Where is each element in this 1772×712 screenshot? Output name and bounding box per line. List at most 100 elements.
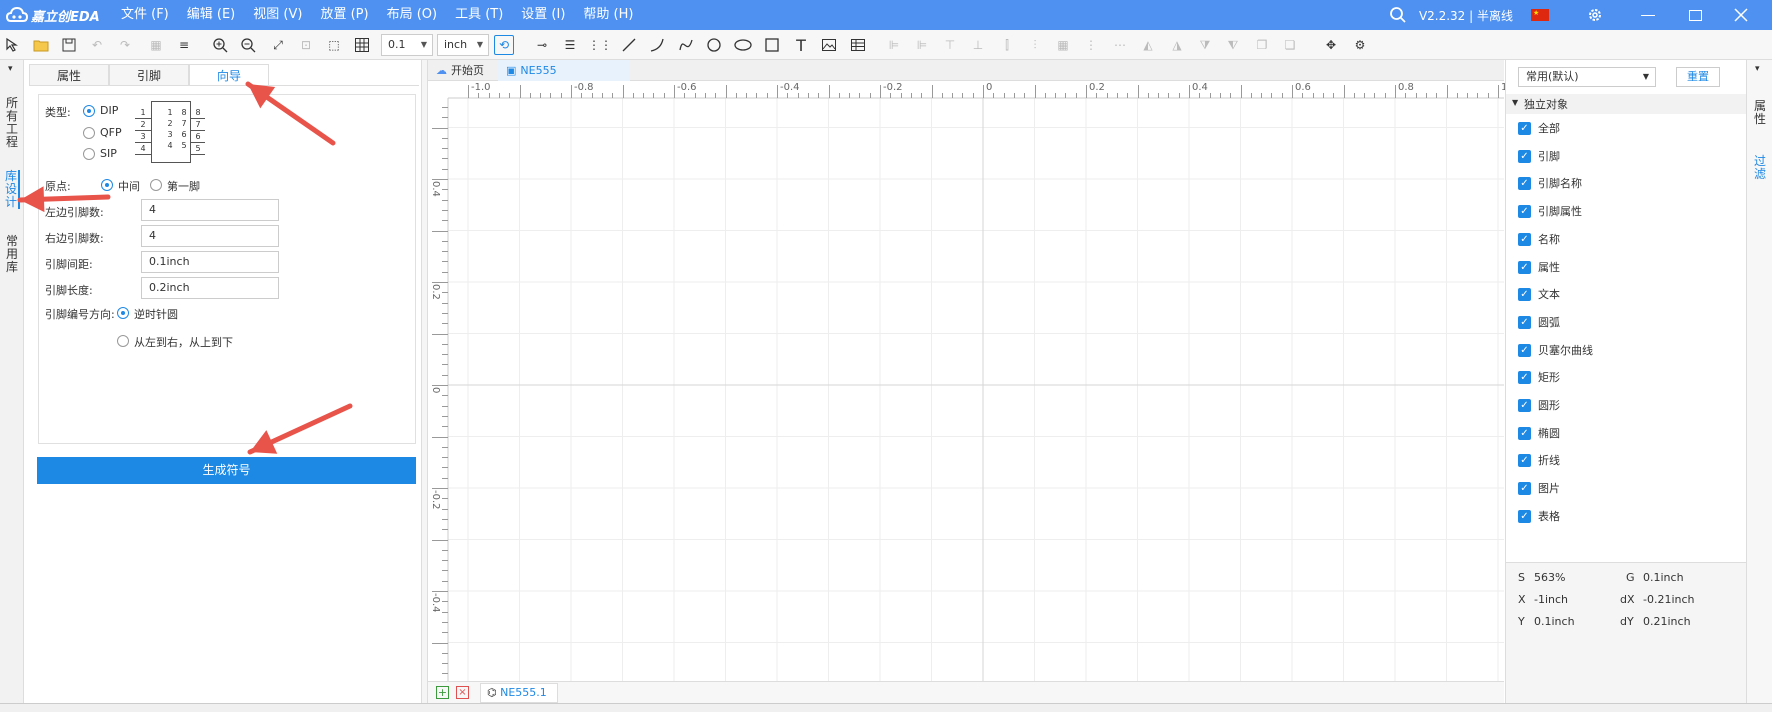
schematic-canvas[interactable] xyxy=(428,81,1504,681)
close-icon[interactable] xyxy=(1734,8,1748,22)
settings-gear-icon[interactable]: ⚙ xyxy=(1350,35,1370,55)
filter-checkbox[interactable]: ✓ xyxy=(1518,371,1531,385)
filter-checkbox[interactable]: ✓ xyxy=(1518,509,1531,523)
tab-ne555[interactable]: ▣ NE555 xyxy=(498,60,630,81)
text-icon[interactable]: T xyxy=(791,35,811,55)
select-icon[interactable] xyxy=(3,35,23,55)
zoom-area-icon[interactable]: ⬚ xyxy=(324,35,344,55)
radio-dip[interactable] xyxy=(83,105,95,117)
filter-checkbox[interactable]: ✓ xyxy=(1518,426,1531,440)
ellipse-icon[interactable] xyxy=(733,35,753,55)
filter-checkbox[interactable]: ✓ xyxy=(1518,177,1531,191)
filter-checkbox[interactable]: ✓ xyxy=(1518,260,1531,274)
radio-dir-lr-tb[interactable] xyxy=(117,335,129,347)
zoom-selection-icon[interactable]: ⊡ xyxy=(296,35,316,55)
filter-checkbox[interactable]: ✓ xyxy=(1518,399,1531,412)
open-folder-icon[interactable] xyxy=(31,35,51,55)
filter-checkbox[interactable]: ✓ xyxy=(1518,149,1531,163)
left-pins-input[interactable]: 4 xyxy=(141,199,279,221)
align-right-icon[interactable]: ⊫ xyxy=(912,35,932,55)
grid-icon[interactable] xyxy=(352,35,372,55)
filter-checkbox[interactable]: ✓ xyxy=(1518,205,1531,219)
tab-all-projects[interactable]: 所有工程 xyxy=(4,97,20,149)
menu-settings[interactable]: 设置 (I) xyxy=(512,0,574,30)
pin-panel-icon[interactable]: ▾ xyxy=(1755,64,1760,74)
filter-preset-select[interactable]: 常用(默认) ▼ xyxy=(1518,67,1656,87)
unit-select[interactable]: inch ▼ xyxy=(437,34,489,56)
filter-checkbox[interactable]: ✓ xyxy=(1518,454,1531,468)
save-icon[interactable] xyxy=(59,35,79,55)
pick-tool-icon[interactable]: ✥ xyxy=(1321,35,1341,55)
radio-qfp[interactable] xyxy=(83,127,95,139)
align-center-v-icon[interactable]: ⫶ xyxy=(1025,35,1045,55)
pin-array-icon[interactable]: ⋮⋮ xyxy=(588,35,612,55)
menu-place[interactable]: 放置 (P) xyxy=(311,0,377,30)
align-grid-icon[interactable]: ▦ xyxy=(1053,35,1073,55)
search-icon[interactable] xyxy=(1389,6,1407,24)
undo-icon[interactable]: ↶ xyxy=(87,35,107,55)
tab-lib-design[interactable]: 库设计 xyxy=(4,170,20,209)
sheet-tab-ne555-1[interactable]: ⌬ NE555.1 xyxy=(480,683,558,703)
rectangle-icon[interactable] xyxy=(762,35,782,55)
delete-sheet-icon[interactable]: × xyxy=(456,686,469,699)
maximize-icon[interactable] xyxy=(1689,9,1702,21)
pin-panel-icon[interactable]: ▾ xyxy=(8,64,13,74)
tab-common-lib[interactable]: 常用库 xyxy=(4,235,20,274)
pin-length-input[interactable]: 0.2inch xyxy=(141,277,279,299)
flip-v-icon[interactable]: ⧨ xyxy=(1223,35,1243,55)
flip-h-icon[interactable]: ⧩ xyxy=(1195,35,1215,55)
zoom-out-icon[interactable] xyxy=(238,35,258,55)
filter-checkbox[interactable]: ✓ xyxy=(1518,122,1531,135)
right-pins-input[interactable]: 4 xyxy=(141,225,279,247)
filter-checkbox[interactable]: ✓ xyxy=(1518,232,1531,246)
flag-cn-icon[interactable]: ★ xyxy=(1531,9,1549,21)
snap-toggle-icon[interactable]: ⟲ xyxy=(494,35,514,55)
radio-origin-first-pin[interactable] xyxy=(150,179,162,191)
group-icon[interactable]: ▦ xyxy=(146,35,166,55)
reset-button[interactable]: 重置 xyxy=(1676,67,1720,87)
minimize-icon[interactable] xyxy=(1641,14,1655,16)
pin-tool-icon[interactable]: ⊸ xyxy=(532,35,552,55)
radio-dir-ccw[interactable] xyxy=(117,307,129,319)
table-icon[interactable] xyxy=(848,35,868,55)
line-icon[interactable] xyxy=(619,35,639,55)
rotate-left-icon[interactable]: ◭ xyxy=(1138,35,1158,55)
image-icon[interactable] xyxy=(819,35,839,55)
send-back-icon[interactable]: ❏ xyxy=(1280,35,1300,55)
zoom-in-icon[interactable] xyxy=(210,35,230,55)
circle-icon[interactable] xyxy=(704,35,724,55)
align-bottom-icon[interactable]: ⊥ xyxy=(968,35,988,55)
menu-tools[interactable]: 工具 (T) xyxy=(446,0,512,30)
fit-view-icon[interactable]: ⤢ xyxy=(268,35,288,55)
rotate-right-icon[interactable]: ◮ xyxy=(1167,35,1187,55)
grid-size-select[interactable]: 0.1 ▼ xyxy=(381,34,433,56)
add-sheet-icon[interactable]: + xyxy=(436,686,449,699)
filter-checkbox[interactable]: ✓ xyxy=(1518,288,1531,302)
tab-properties[interactable]: 属性 xyxy=(29,64,109,86)
menu-edit[interactable]: 编辑 (E) xyxy=(178,0,245,30)
tab-pins[interactable]: 引脚 xyxy=(109,64,189,86)
bezier-icon[interactable] xyxy=(676,35,696,55)
radio-origin-center[interactable] xyxy=(101,179,113,191)
menu-help[interactable]: 帮助 (H) xyxy=(574,0,642,30)
align-top-icon[interactable]: ⊤ xyxy=(940,35,960,55)
design-check-icon[interactable]: ≡ xyxy=(174,35,194,55)
distribute-v-icon[interactable]: ⋯ xyxy=(1110,35,1130,55)
align-left-icon[interactable]: ⊫ xyxy=(884,35,904,55)
pin-list-icon[interactable]: ☰ xyxy=(560,35,580,55)
redo-icon[interactable]: ↷ xyxy=(115,35,135,55)
menu-file[interactable]: 文件 (F) xyxy=(112,0,178,30)
tab-wizard[interactable]: 向导 xyxy=(189,64,269,86)
filter-checkbox[interactable]: ✓ xyxy=(1518,315,1531,329)
gear-icon[interactable] xyxy=(1587,7,1603,23)
tab-filter-right[interactable]: 过滤 xyxy=(1752,155,1768,181)
radio-sip[interactable] xyxy=(83,148,95,160)
menu-layout[interactable]: 布局 (O) xyxy=(378,0,447,30)
filter-checkbox[interactable]: ✓ xyxy=(1518,482,1531,496)
menu-view[interactable]: 视图 (V) xyxy=(244,0,311,30)
tab-start-page[interactable]: ☁ 开始页 xyxy=(428,60,497,81)
tab-properties-right[interactable]: 属性 xyxy=(1752,100,1768,126)
generate-symbol-button[interactable]: 生成符号 xyxy=(37,457,416,484)
pin-spacing-input[interactable]: 0.1inch xyxy=(141,251,279,273)
distribute-h-icon[interactable]: ⋮ xyxy=(1081,35,1101,55)
